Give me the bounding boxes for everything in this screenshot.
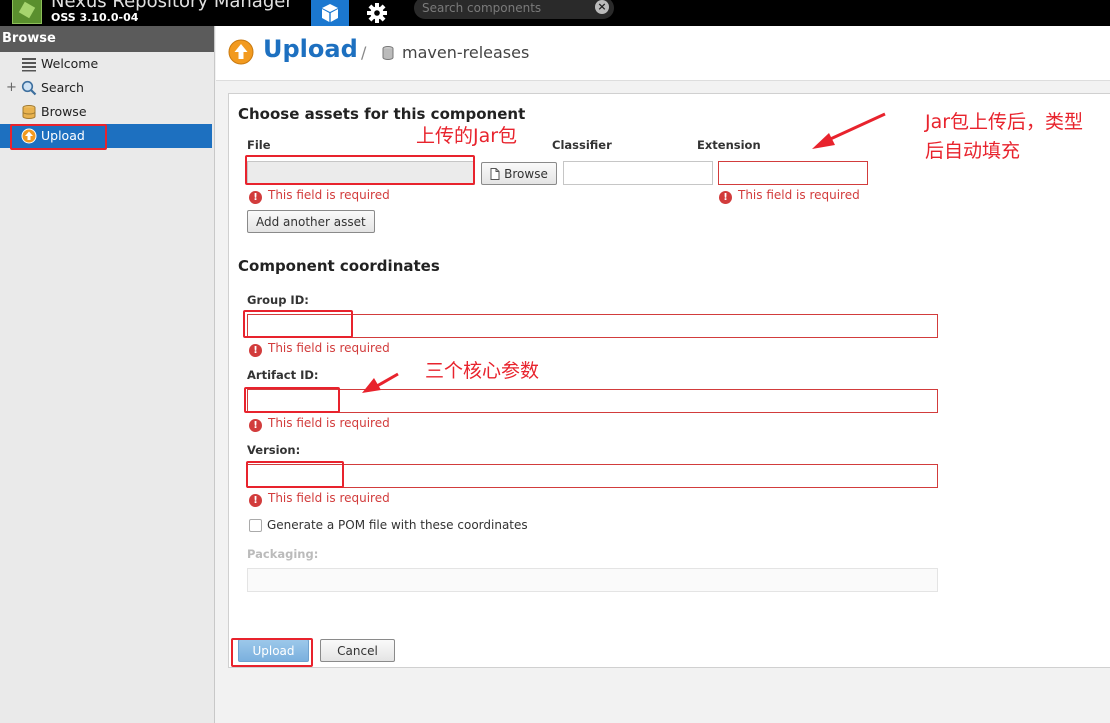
arrow-to-artifact-id: [362, 372, 399, 393]
annotation-arrows: [362, 112, 886, 393]
arrow-to-extension: [812, 112, 886, 149]
